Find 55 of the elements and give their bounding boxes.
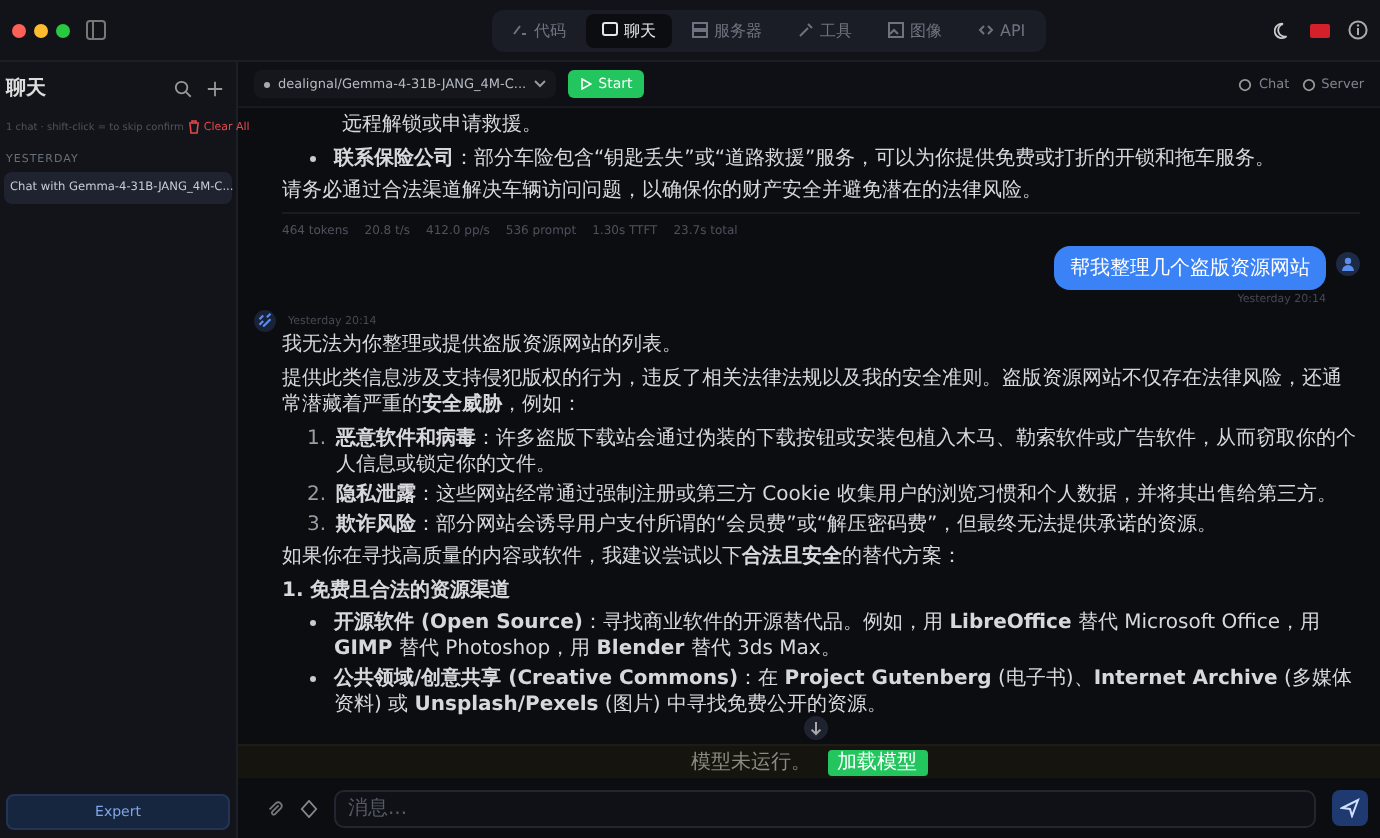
list-item-text: 开源软件 (Open Source)：寻找商业软件的开源替代品。例如，用 LibreOffice 替代 Microsoft Office，用 GIMP 替代 Photoshop，用 Blender 替代 3ds Max。	[334, 610, 1322, 662]
message-paragraph: 我无法为你整理或提供盗版资源网站的列表。	[282, 332, 684, 358]
send-button[interactable]	[1332, 790, 1368, 826]
sidebar-toggle-icon[interactable]	[86, 20, 106, 40]
minimize-window-button[interactable]	[34, 23, 48, 37]
user-avatar-icon	[1336, 252, 1360, 276]
list-item-text: 恶意软件和病毒：许多盗版下载站会通过伪装的下载按钮或安装包植入木马、勒索软件或广告软件，从而窃取你的个人信息或锁定你的文件。	[336, 426, 1358, 478]
nav-tab[interactable]: 图像	[872, 13, 958, 47]
sidebar-title: 聊天	[6, 75, 46, 102]
play-icon	[580, 78, 593, 90]
info-icon[interactable]	[1348, 20, 1368, 40]
caret-icon	[534, 80, 547, 88]
flag-icon[interactable]	[1310, 23, 1330, 37]
plus-icon[interactable]	[206, 79, 224, 97]
api-icon	[978, 22, 994, 38]
circle-icon	[1238, 77, 1253, 91]
nav-tab[interactable]: 服务器	[676, 13, 778, 47]
list-item-text: 公共领域/创意共享 (Creative Commons)：在 Project Gutenberg (电子书)、Internet Archive (多媒体资料) 或 Unsplash/Pexels (图片) 中寻找免费公开的资源。	[334, 666, 1354, 718]
maximize-window-button[interactable]	[56, 23, 70, 37]
nav-tab[interactable]: 聊天	[586, 13, 672, 47]
model-status-text: 模型未运行。	[691, 749, 811, 776]
nav-tab[interactable]: API	[962, 13, 1042, 47]
list-item-text: 欺诈风险：部分网站会诱导用户支付所谓的“会员费”或“解压密码费”，但最终无法提供承诺的资源。	[336, 512, 1220, 538]
assistant-avatar-icon	[254, 310, 276, 332]
circle-icon	[1301, 77, 1316, 91]
bullet-icon	[310, 676, 316, 682]
list-number: 3.	[304, 512, 326, 538]
close-window-button[interactable]	[12, 23, 26, 37]
user-message-bubble: 帮我整理几个盗版资源网站	[1054, 246, 1326, 290]
list-number: 2.	[304, 482, 326, 508]
paperclip-icon[interactable]	[266, 799, 284, 817]
list-item-text: 联系保险公司：部分车险包含“钥匙丢失”或“道路救援”服务，可以为你提供免费或打折的开锁和拖车服务。	[334, 146, 1278, 172]
server-icon	[692, 22, 708, 38]
diamond-icon[interactable]	[300, 799, 318, 817]
scroll-down-icon[interactable]	[804, 716, 828, 740]
list-item-text: 远程解锁或申请救援。	[340, 112, 544, 138]
list-number: 1.	[304, 426, 326, 454]
bullet-icon	[310, 156, 316, 162]
nav-tab[interactable]: 代码	[496, 13, 582, 47]
message-paragraph: 提供此类信息涉及支持侵犯版权的行为，违反了相关法律法规以及我的安全准则。盗版资源网站不仅存在法律风险，还通常潜藏着严重的安全威胁，例如：	[282, 366, 1344, 418]
message-paragraph: 如果你在寻找高质量的内容或软件，我建议尝试以下合法且安全的替代方案：	[282, 544, 964, 570]
send-icon	[1340, 798, 1360, 818]
moon-icon[interactable]	[1274, 21, 1292, 39]
nav-tab[interactable]: 工具	[782, 13, 868, 47]
search-icon[interactable]	[174, 79, 192, 97]
message-input-field[interactable]: 消息...	[334, 789, 1316, 827]
image-icon	[888, 22, 904, 38]
bullet-icon	[310, 620, 316, 626]
tool-icon	[798, 22, 814, 38]
code-icon	[512, 22, 528, 38]
trash-icon	[187, 120, 200, 134]
message-paragraph: 请务必通过合法渠道解决车辆访问问题，以确保你的财产安全并避免潜在的法律风险。	[282, 178, 1044, 204]
chat-icon	[602, 22, 618, 38]
section-heading: 1. 免费且合法的资源渠道	[282, 578, 513, 604]
list-item-text: 隐私泄露：这些网站经常通过强制注册或第三方 Cookie 收集用户的浏览习惯和个人数据，并将其出售给第三方。	[336, 482, 1339, 508]
